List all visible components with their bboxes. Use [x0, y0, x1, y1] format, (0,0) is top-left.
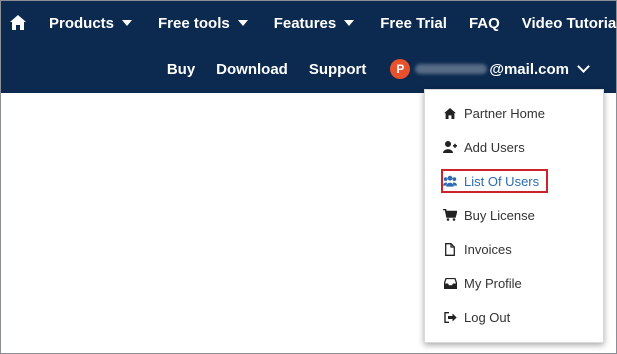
nav-support-label: Support	[308, 60, 367, 78]
nav-free-trial[interactable]: Free Trial	[380, 15, 447, 32]
menu-item-log-out[interactable]: Log Out	[443, 305, 510, 329]
nav-faq-label: FAQ	[468, 14, 500, 32]
account-menu-toggle[interactable]: P @mail.com	[390, 59, 590, 79]
account-email-suffix: @mail.com	[489, 60, 569, 78]
home-icon[interactable]	[10, 15, 26, 30]
menu-item-label: My Profile	[464, 275, 522, 291]
inbox-icon	[443, 276, 457, 290]
menu-item-invoices[interactable]: Invoices	[443, 237, 512, 261]
menu-item-label: Log Out	[464, 309, 511, 325]
menu-item-add-users[interactable]: Add Users	[443, 135, 525, 159]
file-icon	[443, 242, 457, 256]
nav-download[interactable]: Download	[216, 61, 288, 78]
top-navbar: Products Free tools Features Free Trial …	[1, 1, 617, 93]
nav-buy-label: Buy	[166, 60, 196, 78]
home-icon	[443, 106, 457, 120]
secondary-nav: Buy Download Support P @mail.com	[1, 57, 616, 81]
nav-video-tutorials[interactable]: Video Tutorials	[522, 15, 617, 32]
highlight-box	[441, 169, 548, 193]
caret-down-icon	[344, 20, 355, 26]
menu-item-label: Buy License	[464, 207, 535, 223]
nav-free-tools-label: Free tools	[158, 14, 230, 32]
menu-item-label: Partner Home	[464, 105, 545, 121]
menu-item-label: Invoices	[464, 241, 512, 257]
nav-features[interactable]: Features	[274, 15, 355, 32]
add-user-icon	[443, 140, 457, 154]
nav-features-label: Features	[273, 14, 337, 32]
caret-down-icon	[237, 20, 248, 26]
menu-item-my-profile[interactable]: My Profile	[443, 271, 522, 295]
nav-free-trial-label: Free Trial	[380, 14, 447, 32]
account-dropdown-menu: Partner Home Add Users List Of Users Buy…	[424, 89, 604, 343]
menu-item-label: Add Users	[464, 139, 525, 155]
nav-products[interactable]: Products	[49, 14, 133, 32]
nav-products-label: Products	[49, 14, 115, 32]
avatar: P	[390, 59, 411, 79]
nav-faq[interactable]: FAQ	[469, 15, 500, 32]
browser-frame: Products Free tools Features Free Trial …	[0, 0, 617, 354]
nav-video-tutorials-label: Video Tutorials	[521, 14, 617, 32]
nav-support[interactable]: Support	[309, 61, 367, 78]
primary-nav: Products Free tools Features Free Trial …	[1, 11, 617, 35]
menu-item-buy-license[interactable]: Buy License	[443, 203, 535, 227]
email-redacted	[415, 64, 488, 74]
logout-icon	[443, 310, 457, 324]
chevron-down-icon	[577, 60, 590, 73]
nav-buy[interactable]: Buy	[167, 61, 195, 78]
nav-download-label: Download	[216, 60, 288, 78]
caret-down-icon	[122, 20, 133, 26]
nav-free-tools[interactable]: Free tools	[158, 15, 248, 32]
menu-item-partner-home[interactable]: Partner Home	[443, 101, 545, 125]
cart-icon	[443, 208, 457, 222]
